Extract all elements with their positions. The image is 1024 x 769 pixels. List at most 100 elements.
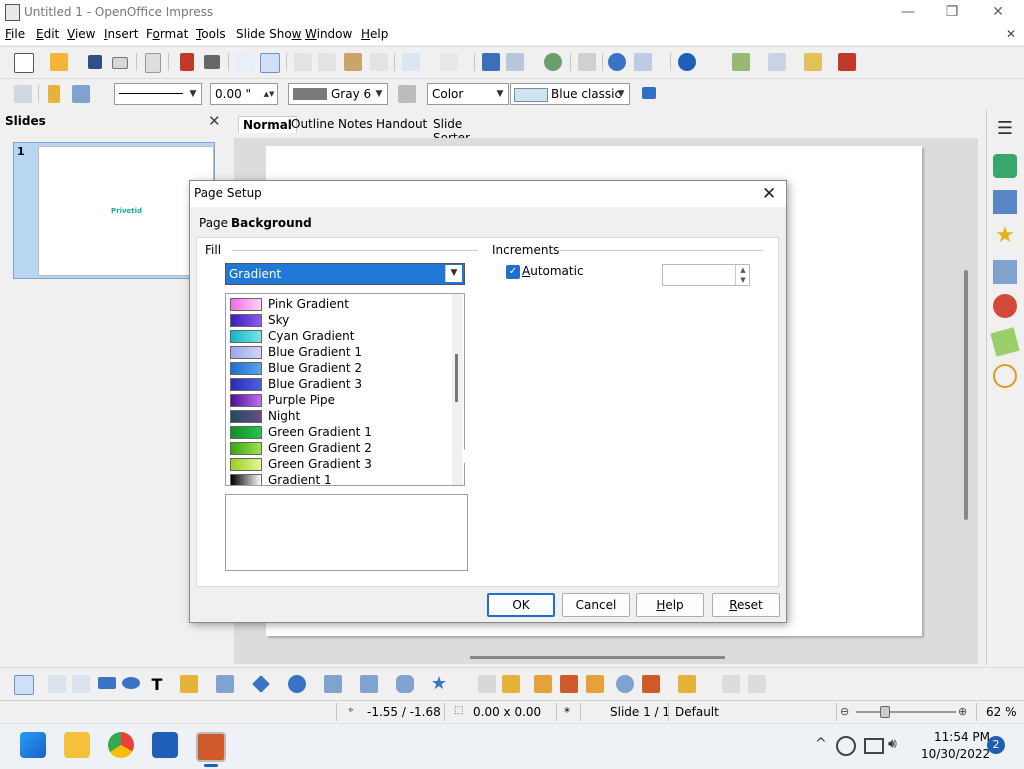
clock-time[interactable]: 11:54 PM [934, 730, 990, 744]
area-style-dropdown[interactable]: Color ▼ [427, 83, 509, 105]
cut-icon[interactable] [294, 53, 312, 71]
increments-spin-field[interactable]: ▲ ▼ [662, 264, 750, 286]
points-icon[interactable] [478, 675, 496, 693]
properties-icon[interactable] [993, 154, 1017, 178]
help-button[interactable]: Help [636, 593, 704, 617]
tab-page[interactable]: Page [199, 216, 228, 230]
connector-icon[interactable] [216, 675, 234, 693]
spellcheck-icon[interactable] [236, 53, 254, 71]
new-slide-icon[interactable] [732, 53, 750, 71]
gradient-list-item[interactable]: Green Gradient 2 [228, 440, 448, 456]
edit-file-icon[interactable] [145, 53, 161, 73]
slide-show-icon[interactable] [838, 53, 856, 71]
minimize-button[interactable]: — [888, 2, 928, 22]
gradient-list[interactable]: Pink Gradient Sky Cyan Gradient Blue Gradie… [225, 293, 465, 486]
slide-transition-icon[interactable] [993, 260, 1017, 284]
stars-icon[interactable]: ★ [430, 673, 448, 694]
select-arrow-icon[interactable] [14, 675, 34, 695]
network-icon[interactable] [864, 738, 884, 754]
gradient-list-item[interactable]: Sky [228, 312, 448, 328]
tab-handout[interactable]: Handout [372, 116, 431, 132]
navigator-icon[interactable] [608, 53, 626, 71]
line-color-dropdown[interactable]: Gray 6 ▼ [288, 83, 388, 105]
email-icon[interactable] [112, 57, 128, 69]
volume-icon[interactable]: 🔊︎ [888, 736, 897, 752]
automatic-checkbox[interactable]: ✓ [506, 265, 520, 279]
navigator-sidebar-icon[interactable] [993, 364, 1017, 388]
zoom-in-icon[interactable]: ⊕ [958, 705, 967, 718]
arrow-style-icon[interactable] [72, 85, 90, 103]
curve-icon[interactable] [180, 675, 198, 693]
save-icon[interactable] [88, 55, 102, 69]
line-arrow-icon[interactable] [72, 675, 90, 693]
dialog-close-icon[interactable]: ✕ [762, 184, 776, 204]
custom-animation-icon[interactable]: ★ [993, 224, 1017, 248]
text-tool-icon[interactable]: T [148, 675, 166, 694]
gradient-list-item[interactable]: Purple Pipe [228, 392, 448, 408]
alignment-icon[interactable] [642, 675, 660, 693]
gradient-list-item[interactable]: Blue Gradient 1 [228, 344, 448, 360]
sync-icon[interactable] [836, 736, 856, 756]
new-document-icon[interactable] [14, 53, 34, 73]
notification-badge[interactable]: 2 [987, 736, 1005, 754]
gradient-list-item[interactable]: Cyan Gradient [228, 328, 448, 344]
callouts-icon[interactable] [396, 675, 414, 693]
rotate-icon[interactable] [616, 675, 634, 693]
scrollbar-thumb[interactable] [455, 354, 458, 402]
auto-spellcheck-icon[interactable] [260, 53, 280, 73]
zoom-slider-thumb[interactable] [880, 706, 890, 718]
close-window-button[interactable]: ✕ [978, 2, 1018, 22]
zoom-icon[interactable] [634, 53, 652, 71]
menu-help[interactable]: Help [361, 27, 388, 41]
slide-layout-icon[interactable] [768, 53, 786, 71]
gradient-list-item[interactable]: Night [228, 408, 448, 424]
line-style-dropdown[interactable]: ▼ [114, 83, 202, 105]
toggle-3d-icon[interactable] [748, 675, 766, 693]
restore-button[interactable]: ❐ [932, 2, 972, 22]
zoom-slider[interactable] [856, 711, 956, 713]
symbol-shapes-icon[interactable] [288, 675, 306, 693]
gallery-icon[interactable] [990, 327, 1020, 357]
gradient-list-item[interactable]: Blue Gradient 3 [228, 376, 448, 392]
gradient-list-item[interactable]: Gradient 1 [228, 472, 448, 485]
glue-points-icon[interactable] [502, 675, 520, 693]
line-tool-icon[interactable] [48, 675, 66, 693]
ok-button[interactable]: OK [487, 593, 555, 617]
slide-thumbnail-1[interactable]: 1 Privetid [13, 142, 215, 279]
flowchart-icon[interactable] [360, 675, 378, 693]
microsoft-store-icon[interactable] [152, 732, 178, 758]
line-width-field[interactable]: 0.00 " ▲▼ [210, 83, 278, 105]
zoom-out-icon[interactable]: ⊖ [840, 705, 849, 718]
sidebar-menu-icon[interactable]: ☰ [993, 118, 1017, 142]
chevron-down-icon[interactable]: ▼ [445, 265, 462, 282]
tab-notes[interactable]: Notes [334, 116, 377, 132]
chevron-up-icon[interactable]: ^ [815, 736, 827, 752]
gallery-tool-icon[interactable] [586, 675, 604, 693]
gradient-list-item[interactable]: Blue Gradient 2 [228, 360, 448, 376]
gradient-list-item[interactable]: Green Gradient 3 [228, 456, 448, 472]
display-views-icon[interactable] [544, 53, 562, 71]
close-slides-pane-icon[interactable]: ✕ [208, 112, 221, 130]
extrusion-icon[interactable] [722, 675, 740, 693]
vertical-scrollbar[interactable] [964, 270, 968, 520]
area-fill-icon[interactable] [398, 85, 416, 103]
block-arrows-icon[interactable] [324, 675, 342, 693]
tab-background[interactable]: Background [231, 216, 312, 230]
redo-icon[interactable] [440, 53, 458, 71]
menu-window[interactable]: Window [305, 27, 352, 41]
help-icon[interactable] [678, 53, 696, 71]
gradient-list-item[interactable]: Pink Gradient [228, 296, 448, 312]
chrome-icon[interactable] [108, 732, 134, 758]
open-folder-icon[interactable] [50, 53, 68, 71]
openoffice-taskbar-icon[interactable] [196, 732, 226, 762]
reset-button[interactable]: Reset [712, 593, 780, 617]
menu-slide-show[interactable]: Slide Show [236, 27, 302, 41]
shadow-icon[interactable] [642, 87, 656, 99]
styles-icon[interactable] [14, 85, 32, 103]
zoom-level[interactable]: 62 % [986, 705, 1017, 719]
line-icon[interactable] [48, 85, 60, 103]
menu-format[interactable]: Format [146, 27, 188, 41]
grid-icon[interactable] [578, 53, 596, 71]
menu-view[interactable]: View [67, 27, 95, 41]
basic-shapes-icon[interactable] [252, 675, 270, 693]
